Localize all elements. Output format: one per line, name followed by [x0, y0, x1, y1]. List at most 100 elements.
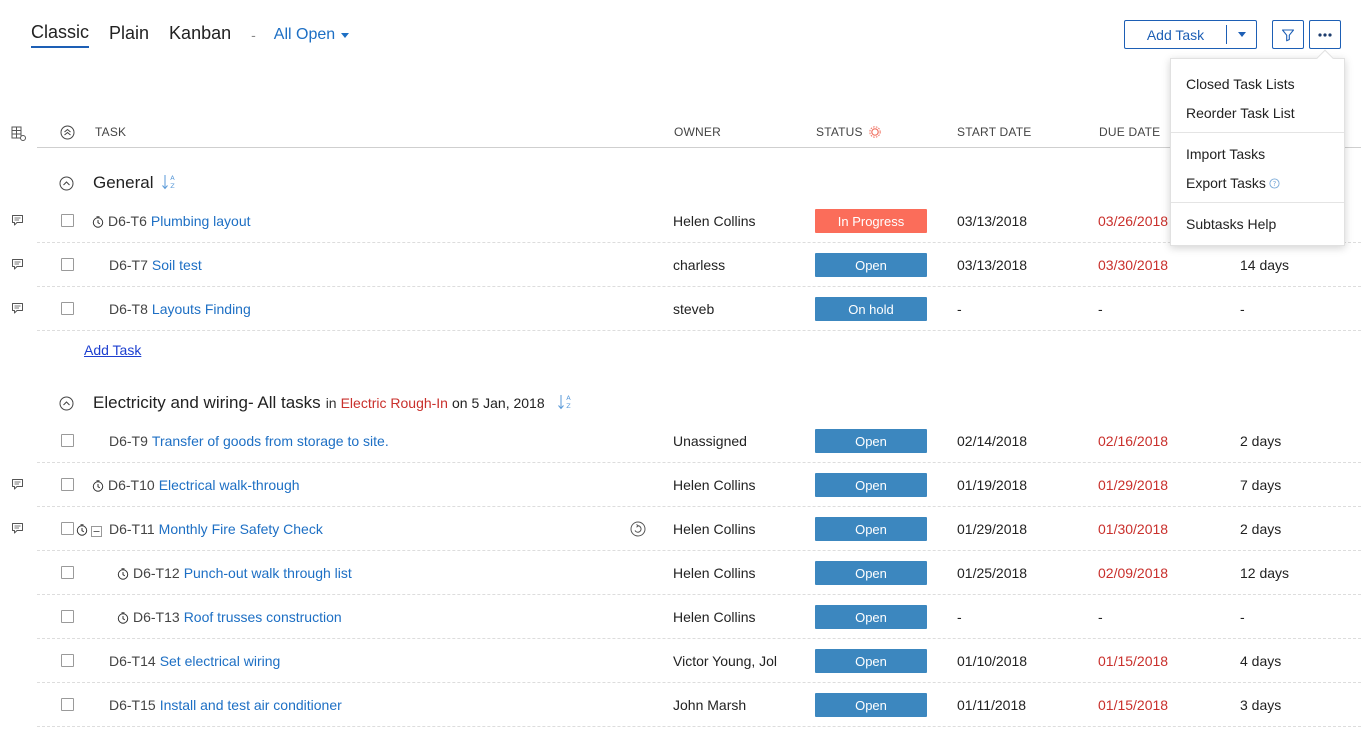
start-date-cell[interactable]: 01/10/2018: [957, 639, 1027, 683]
start-date-cell[interactable]: -: [957, 287, 962, 331]
task-checkbox[interactable]: [61, 478, 74, 491]
status-badge[interactable]: Open: [815, 649, 927, 673]
collapse-group-icon[interactable]: [59, 176, 74, 194]
gear-icon[interactable]: [869, 126, 881, 138]
collapse-all-icon[interactable]: [60, 125, 75, 143]
task-checkbox[interactable]: [61, 258, 74, 271]
start-date-cell[interactable]: 01/11/2018: [957, 683, 1026, 727]
owner-cell[interactable]: Victor Young, Jol: [673, 639, 777, 683]
task-checkbox[interactable]: [61, 654, 74, 667]
status-badge[interactable]: Open: [815, 605, 927, 629]
owner-cell[interactable]: Helen Collins: [673, 507, 755, 551]
start-date-cell[interactable]: 01/25/2018: [957, 551, 1027, 595]
task-checkbox[interactable]: [61, 610, 74, 623]
owner-cell[interactable]: charless: [673, 243, 725, 287]
status-badge[interactable]: Open: [815, 517, 927, 541]
menu-item-export-tasks[interactable]: Export Tasks ?: [1186, 175, 1280, 191]
menu-item-reorder-task-list[interactable]: Reorder Task List: [1186, 105, 1295, 121]
owner-cell[interactable]: Helen Collins: [673, 551, 755, 595]
status-badge[interactable]: Open: [815, 473, 927, 497]
task-checkbox[interactable]: [61, 522, 74, 535]
task-checkbox[interactable]: [61, 566, 74, 579]
comment-icon[interactable]: [11, 478, 24, 494]
owner-cell[interactable]: Unassigned: [673, 419, 747, 463]
owner-cell[interactable]: Helen Collins: [673, 463, 755, 507]
tab-classic[interactable]: Classic: [31, 22, 90, 48]
start-date-cell[interactable]: 01/29/2018: [957, 507, 1027, 551]
add-task-link[interactable]: Add Task: [84, 342, 141, 358]
due-date-cell[interactable]: 02/09/2018: [1098, 551, 1168, 595]
status-badge[interactable]: Open: [815, 693, 927, 717]
due-date-cell[interactable]: 01/15/2018: [1098, 639, 1168, 683]
view-filter-dropdown[interactable]: All Open: [274, 26, 350, 44]
task-row[interactable]: D6-T14 Set electrical wiring Victor Young,…: [37, 639, 1361, 683]
status-badge[interactable]: Open: [815, 253, 927, 277]
task-row[interactable]: D6-T15 Install and test air conditioner Jo…: [37, 683, 1361, 727]
recurring-icon[interactable]: [630, 521, 646, 540]
comment-icon[interactable]: [11, 258, 24, 274]
due-date-cell[interactable]: -: [1098, 595, 1103, 639]
task-checkbox[interactable]: [61, 214, 74, 227]
column-header-start-date[interactable]: START DATE: [957, 125, 1031, 139]
task-row[interactable]: D6-T13 Roof trusses construction Helen Col…: [37, 595, 1361, 639]
task-name-link[interactable]: Plumbing layout: [151, 213, 251, 229]
task-checkbox[interactable]: [61, 698, 74, 711]
owner-cell[interactable]: steveb: [673, 287, 714, 331]
task-name-link[interactable]: Roof trusses construction: [184, 609, 342, 625]
tab-kanban[interactable]: Kanban: [169, 23, 231, 47]
task-name-link[interactable]: Install and test air conditioner: [160, 697, 342, 713]
task-name-link[interactable]: Monthly Fire Safety Check: [159, 521, 323, 537]
task-name-link[interactable]: Transfer of goods from storage to site.: [152, 433, 389, 449]
task-row[interactable]: D6-T11 Monthly Fire Safety Check Helen Col…: [12, 507, 1361, 551]
menu-item-import-tasks[interactable]: Import Tasks: [1186, 146, 1265, 162]
sort-az-icon[interactable]: A Z: [161, 173, 177, 194]
menu-item-subtasks-help[interactable]: Subtasks Help: [1186, 216, 1276, 232]
add-task-button[interactable]: Add Task: [1125, 27, 1226, 43]
collapse-group-icon[interactable]: [59, 396, 74, 414]
status-badge[interactable]: Open: [815, 429, 927, 453]
task-row[interactable]: D6-T12 Punch-out walk through list Helen C…: [37, 551, 1361, 595]
start-date-cell[interactable]: 01/19/2018: [957, 463, 1027, 507]
due-date-cell[interactable]: 01/29/2018: [1098, 463, 1168, 507]
start-date-cell[interactable]: 03/13/2018: [957, 199, 1027, 243]
task-name-link[interactable]: Layouts Finding: [152, 301, 251, 317]
task-row[interactable]: D6-T6 Plumbing layout Helen Collins In Prog…: [12, 199, 1361, 243]
owner-cell[interactable]: John Marsh: [673, 683, 746, 727]
task-row[interactable]: D6-T10 Electrical walk-through Helen Colli…: [12, 463, 1361, 507]
task-checkbox[interactable]: [61, 302, 74, 315]
due-date-cell[interactable]: 03/26/2018: [1098, 199, 1168, 243]
start-date-cell[interactable]: 03/13/2018: [957, 243, 1027, 287]
collapse-subtasks-icon[interactable]: [91, 524, 102, 540]
due-date-cell[interactable]: 03/30/2018: [1098, 243, 1168, 287]
column-header-task[interactable]: TASK: [95, 125, 126, 139]
column-header-due-date[interactable]: DUE DATE: [1099, 125, 1160, 139]
tab-plain[interactable]: Plain: [109, 23, 149, 47]
task-name-link[interactable]: Set electrical wiring: [160, 653, 281, 669]
comment-icon[interactable]: [11, 214, 24, 230]
start-date-cell[interactable]: -: [957, 595, 962, 639]
due-date-cell[interactable]: 01/15/2018: [1098, 683, 1168, 727]
filter-button[interactable]: [1272, 20, 1304, 49]
status-badge[interactable]: On hold: [815, 297, 927, 321]
due-date-cell[interactable]: 02/16/2018: [1098, 419, 1168, 463]
column-header-owner[interactable]: OWNER: [674, 125, 721, 139]
comment-icon[interactable]: [11, 302, 24, 318]
status-badge[interactable]: In Progress: [815, 209, 927, 233]
column-settings-icon[interactable]: [11, 126, 27, 145]
status-badge[interactable]: Open: [815, 561, 927, 585]
task-row[interactable]: D6-T7 Soil test charless Open 03/13/2018 03/3…: [12, 243, 1361, 287]
start-date-cell[interactable]: 02/14/2018: [957, 419, 1027, 463]
due-date-cell[interactable]: -: [1098, 287, 1103, 331]
task-row[interactable]: D6-T9 Transfer of goods from storage to s…: [37, 419, 1361, 463]
owner-cell[interactable]: Helen Collins: [673, 595, 755, 639]
more-options-button[interactable]: [1309, 20, 1341, 49]
due-date-cell[interactable]: 01/30/2018: [1098, 507, 1168, 551]
task-checkbox[interactable]: [61, 434, 74, 447]
task-name-link[interactable]: Punch-out walk through list: [184, 565, 352, 581]
owner-cell[interactable]: Helen Collins: [673, 199, 755, 243]
column-header-status[interactable]: STATUS: [816, 125, 881, 139]
task-name-link[interactable]: Electrical walk-through: [159, 477, 300, 493]
task-name-link[interactable]: Soil test: [152, 257, 202, 273]
comment-icon[interactable]: [11, 522, 24, 538]
menu-item-closed-task-lists[interactable]: Closed Task Lists: [1186, 76, 1295, 92]
